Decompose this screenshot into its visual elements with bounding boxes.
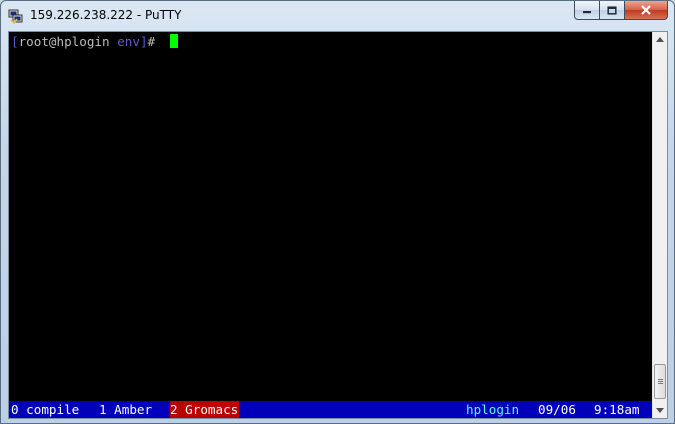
terminal-screen[interactable]: [root@hplogin env]# 0 compile 1 Amber 2 … — [9, 32, 652, 418]
scroll-down-arrow-icon — [656, 408, 664, 413]
prompt-open-bracket: [ — [11, 34, 19, 49]
prompt-close-bracket: ] — [139, 34, 148, 49]
shell-prompt: [root@hplogin env]# — [11, 34, 178, 50]
close-button[interactable] — [625, 1, 668, 20]
close-icon — [641, 5, 651, 15]
putty-window: 159.226.238.222 - PuTTY [root@hplogin en… — [0, 0, 675, 424]
scroll-up-button[interactable] — [653, 32, 667, 47]
window-title: 159.226.238.222 - PuTTY — [30, 8, 182, 22]
prompt-symbol: # — [147, 34, 163, 49]
thumb-grip-line — [658, 383, 663, 384]
status-date: 09/06 — [538, 402, 576, 417]
scroll-up-arrow-icon — [656, 37, 664, 42]
thumb-grip-line — [658, 379, 663, 380]
prompt-cwd: env — [117, 34, 140, 49]
minimize-icon — [583, 11, 591, 14]
scroll-down-button[interactable] — [653, 403, 667, 418]
putty-icon[interactable] — [8, 8, 24, 24]
status-time: 9:18am — [594, 402, 640, 417]
status-hostname: hplogin — [466, 402, 520, 417]
prompt-user-host: root@hplogin — [18, 34, 110, 49]
minimize-button[interactable] — [574, 1, 600, 20]
title-bar[interactable]: 159.226.238.222 - PuTTY — [1, 1, 674, 31]
maximize-icon — [607, 5, 617, 15]
thumb-grip-line — [658, 381, 663, 382]
terminal-client-area: [root@hplogin env]# 0 compile 1 Amber 2 … — [8, 31, 668, 419]
terminal-cursor — [169, 34, 178, 48]
screen-status-bar: 0 compile 1 Amber 2 Gromacs hplogin 09/0… — [9, 401, 652, 418]
caption-buttons — [574, 1, 668, 21]
maximize-button[interactable] — [600, 1, 625, 20]
window-item-amber[interactable]: 1 Amber — [99, 401, 152, 418]
window-item-gromacs[interactable]: 2 Gromacs — [170, 401, 240, 418]
window-item-compile[interactable]: 0 compile — [11, 401, 79, 418]
vertical-scrollbar[interactable] — [652, 32, 667, 418]
scrollbar-thumb[interactable] — [654, 364, 666, 399]
